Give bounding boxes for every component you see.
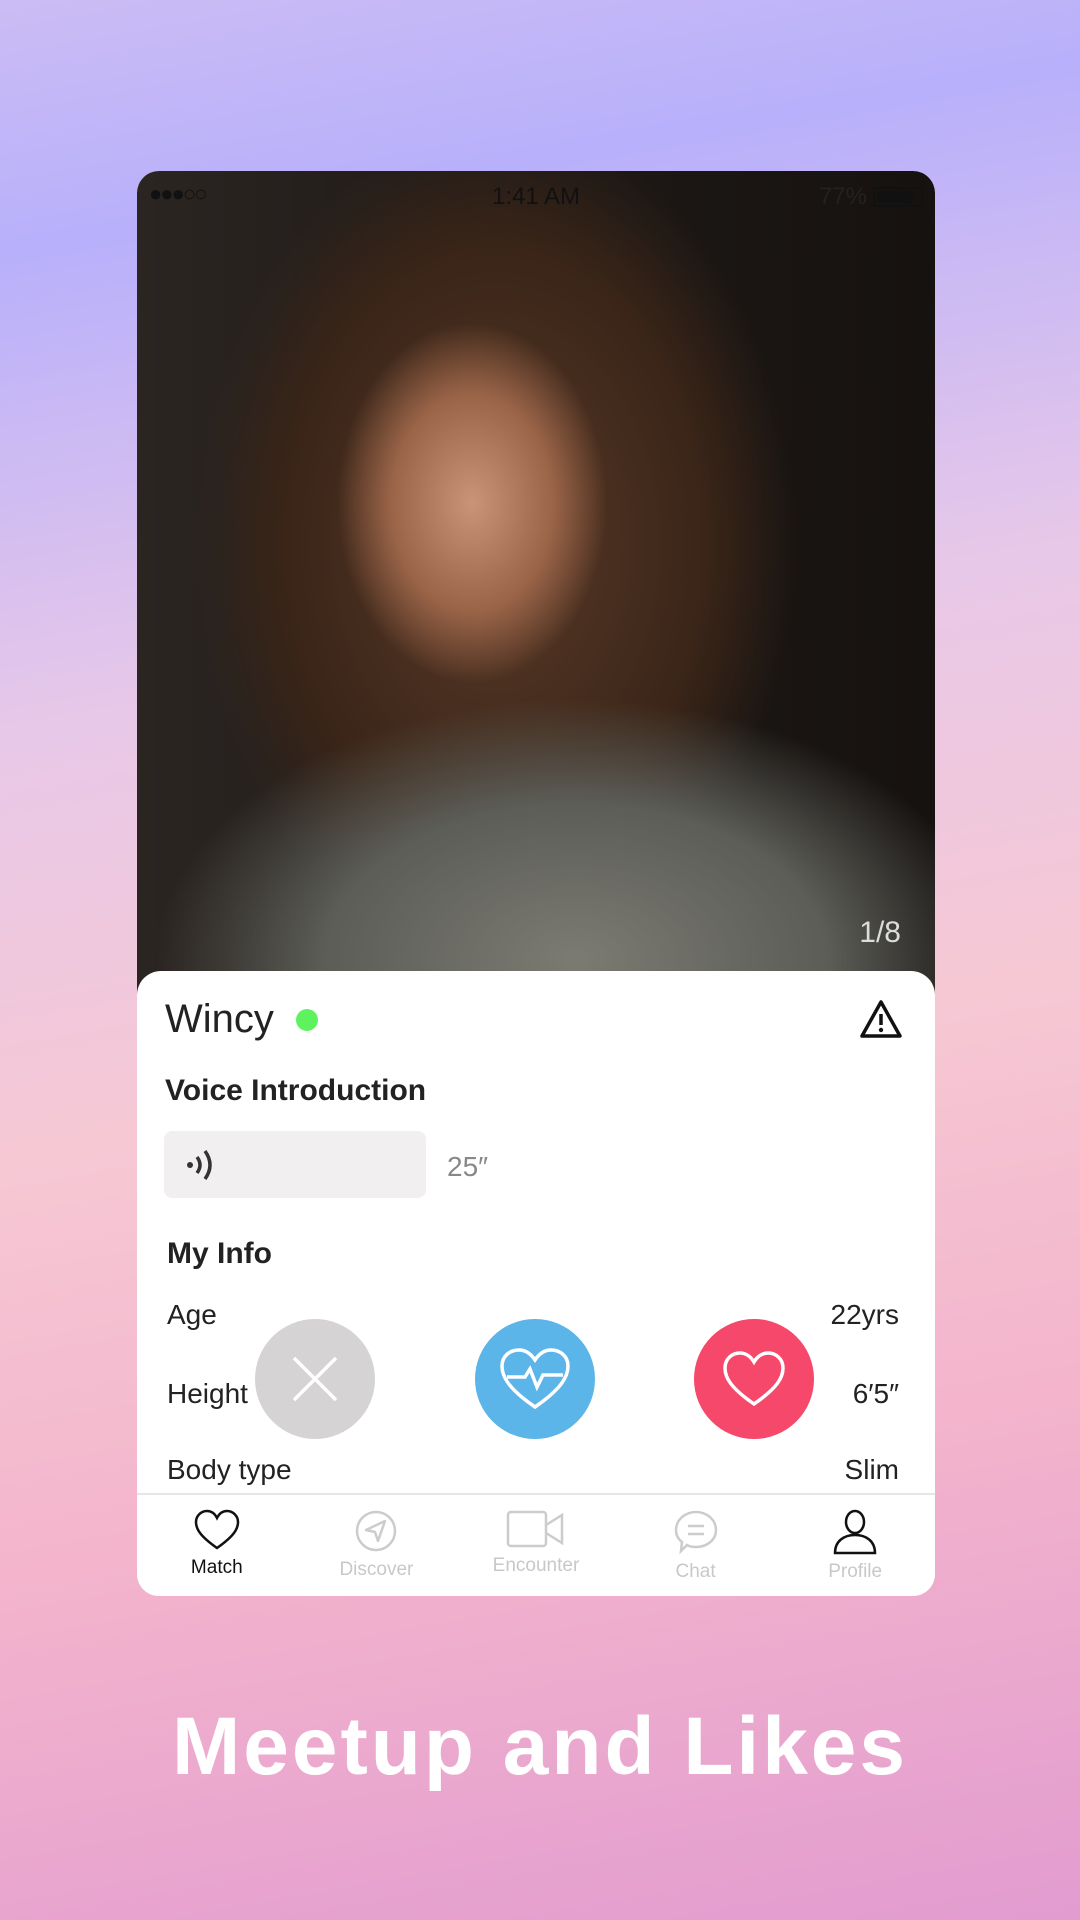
info-value: Slim [844,1454,899,1485]
nav-label: Discover [339,1559,414,1580]
voice-duration: 25″ [447,1151,489,1182]
info-heading: My Info [167,1237,272,1270]
voice-play-button[interactable] [164,1131,426,1198]
info-row-body-type: Body type Slim [167,1454,899,1486]
nav-label: Encounter [492,1555,580,1576]
nav-match[interactable]: Match [137,1495,297,1595]
nav-label: Chat [675,1561,716,1582]
voice-heading: Voice Introduction [165,1074,427,1107]
battery-percent: 77% [818,183,867,210]
heart-icon [194,1509,240,1550]
dislike-button[interactable] [255,1319,375,1439]
status-time: 1:41 AM [491,183,581,210]
info-label: Age [167,1299,217,1330]
person-icon [833,1509,877,1555]
sound-wave-icon [187,1149,212,1180]
navigation-icon [356,1510,397,1552]
tagline: Meetup and Likes [171,1701,909,1792]
nav-discover[interactable]: Discover [297,1495,457,1595]
info-value: 6′5″ [852,1378,899,1409]
photo-pager: 1/8 [859,916,901,949]
info-label: Body type [167,1454,292,1485]
heart-pulse-icon [500,1348,570,1410]
profile-photo[interactable]: ●●●○○ 1:41 AM 77% 1/8 [137,171,935,1001]
profile-panel: Wincy Voice Introduction 25″ My Info Age… [137,971,935,1596]
report-warning-icon[interactable] [859,999,903,1044]
battery-icon [873,187,923,207]
info-label: Height [167,1378,248,1409]
like-button[interactable] [694,1319,814,1439]
nav-label: Match [190,1557,243,1578]
nav-label: Profile [828,1561,883,1582]
status-bar: ●●●○○ 1:41 AM 77% [137,171,935,221]
video-icon [506,1510,564,1548]
bottom-nav: Match Discover Encounter Chat Profile [137,1495,935,1595]
nav-encounter[interactable]: Encounter [456,1495,616,1595]
nav-chat[interactable]: Chat [616,1495,776,1595]
chat-icon [674,1510,717,1555]
close-icon [292,1356,338,1402]
online-indicator [295,1008,318,1031]
heart-icon [723,1351,785,1407]
phone-screen: ●●●○○ 1:41 AM 77% 1/8 Wincy Voice Introd… [137,171,935,1596]
info-value: 22yrs [830,1299,899,1330]
nav-profile[interactable]: Profile [775,1495,935,1595]
superlike-button[interactable] [475,1319,595,1439]
profile-name: Wincy [165,997,274,1041]
